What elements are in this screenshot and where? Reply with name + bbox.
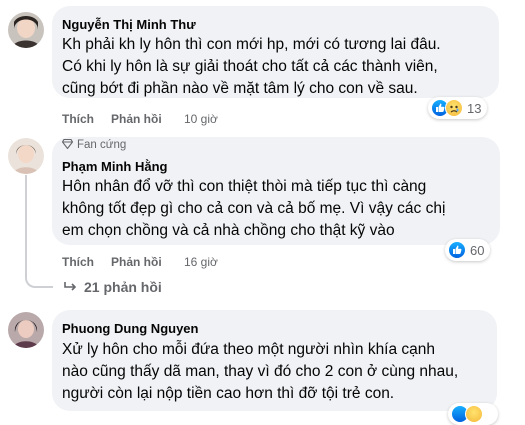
comment-actions: Thích Phản hồi 16 giờ — [62, 255, 262, 271]
comment-text-line: cũng bớt đi phần nào về mặt tâm lý cho c… — [62, 80, 418, 97]
comment-text-line: Kh phải kh ly hôn thì con mới hp, mới có… — [62, 36, 441, 53]
view-replies-label: 21 phản hồi — [84, 279, 162, 295]
like-icon — [448, 241, 466, 259]
avatar-photo — [8, 312, 44, 348]
reaction-summary[interactable]: 13 — [428, 97, 488, 119]
avatar[interactable] — [8, 138, 44, 174]
view-replies-link[interactable]: 21 phản hồi — [64, 279, 162, 296]
like-button[interactable]: Thích — [62, 112, 94, 126]
avatar-photo — [8, 12, 44, 48]
comment-text-line: không tốt đẹp gì cho cả con và cả bố mẹ.… — [62, 200, 446, 217]
comment-text-line: nào cũng thấy dã man, thay vì đó cho 2 c… — [62, 363, 459, 380]
reaction-summary[interactable]: 60 — [445, 239, 491, 261]
sad-icon — [465, 405, 483, 423]
reply-button[interactable]: Phản hồi — [111, 255, 162, 269]
comment-text-line: người còn lại nộp tiền cao hơn thì đỡ tộ… — [62, 385, 395, 402]
avatar[interactable] — [8, 312, 44, 348]
reaction-count: 13 — [467, 100, 482, 116]
comment-text-line: Hôn nhân đổ vỡ thì con thiệt thòi mà tiế… — [62, 178, 427, 195]
diamond-icon — [61, 138, 74, 152]
reply-thread-line — [25, 175, 53, 288]
comment-text-line: Có khi ly hôn là sự giải thoát cho tất c… — [62, 58, 438, 75]
sad-icon — [445, 99, 463, 117]
avatar[interactable] — [8, 12, 44, 48]
reaction-summary[interactable] — [448, 403, 498, 425]
comment-author[interactable]: Phạm Minh Hằng — [62, 159, 167, 174]
reply-button[interactable]: Phản hồi — [111, 112, 162, 126]
reaction-count: 60 — [470, 242, 485, 258]
comment-text-line: Xử ly hôn cho mỗi đứa theo một người nhì… — [62, 341, 436, 358]
like-button[interactable]: Thích — [62, 255, 94, 269]
comment-timestamp[interactable]: 16 giờ — [184, 255, 218, 269]
fan-badge: Fan cứng — [61, 138, 127, 152]
comment-author[interactable]: Phuong Dung Nguyen — [62, 321, 198, 336]
comment-actions: Thích Phản hồi 10 giờ — [62, 112, 262, 128]
comment-text-line: em chọn chồng và cả nhà chồng cho thật k… — [62, 222, 395, 239]
fan-badge-label: Fan cứng — [77, 139, 127, 151]
avatar-photo — [8, 138, 44, 174]
comment-timestamp[interactable]: 10 giờ — [184, 112, 218, 126]
comment-author[interactable]: Nguyễn Thị Minh Thư — [62, 17, 196, 32]
reply-arrow-icon — [64, 280, 78, 296]
